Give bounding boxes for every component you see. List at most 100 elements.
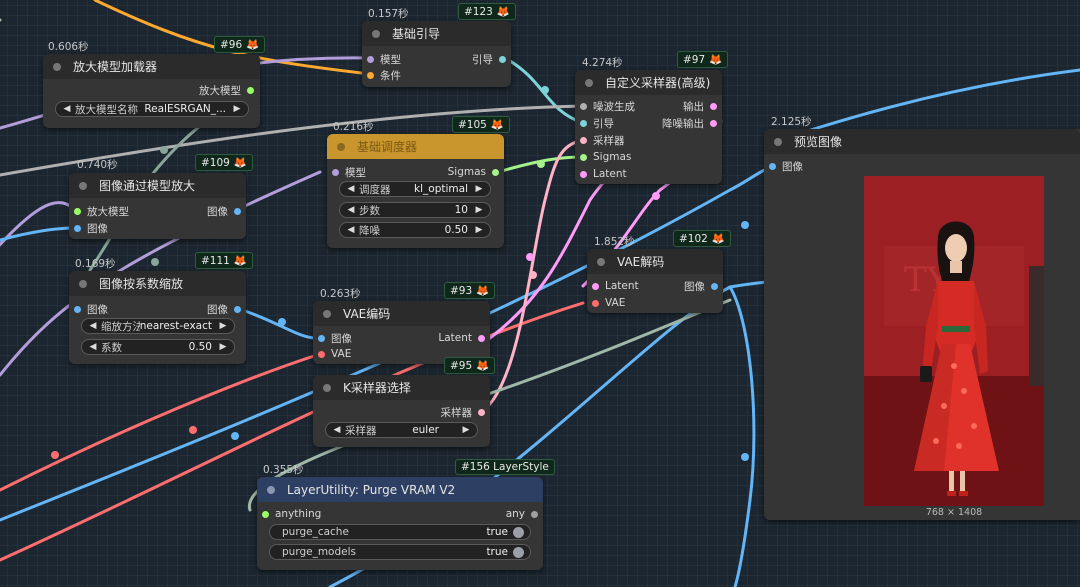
output-slot-image[interactable]: 图像 <box>207 203 241 219</box>
input-slot-latent[interactable]: Latent <box>592 278 639 294</box>
node-header[interactable]: 预览图像 <box>764 129 1080 154</box>
widget-steps[interactable]: ◀ 步数 10 ▶ <box>339 202 491 218</box>
widget-denoise[interactable]: ◀ 降噪 0.50 ▶ <box>339 222 491 238</box>
node-header[interactable]: K采样器选择 <box>313 375 490 400</box>
slot-label: 图像 <box>207 205 228 218</box>
input-slot-image[interactable]: 图像 <box>74 220 108 236</box>
output-slot-guider[interactable]: 引导 <box>472 51 506 67</box>
output-slot-sampler[interactable]: 采样器 <box>440 404 485 420</box>
slot-label: 图像 <box>207 303 228 316</box>
input-slot-sampler[interactable]: 采样器 <box>580 132 625 148</box>
node-title: LayerUtility: Purge VRAM V2 <box>287 482 456 497</box>
widget-scale-by[interactable]: ◀ 系数 0.50 ▶ <box>81 339 235 355</box>
input-slot-image[interactable]: 图像 <box>769 158 803 174</box>
slot-label: 图像 <box>331 332 352 345</box>
arrow-right-icon: ▶ <box>475 205 483 215</box>
output-slot-denoised-output[interactable]: 降噪输出 <box>662 115 717 131</box>
input-slot-anything[interactable]: anything <box>262 506 321 522</box>
node-title: 预览图像 <box>794 135 843 149</box>
widget-upscale-method[interactable]: ◀ 缩放方法 nearest-exact ▶ <box>81 318 235 334</box>
slot-label: Sigmas <box>447 166 486 178</box>
output-slot-upscale-model[interactable]: 放大模型 <box>199 82 254 98</box>
input-slot-image[interactable]: 图像 <box>318 330 352 346</box>
input-slot-sigmas[interactable]: Sigmas <box>580 149 631 165</box>
slot-label: 模型 <box>345 166 366 179</box>
node-header[interactable]: 图像通过模型放大 <box>69 173 246 198</box>
output-slot-any[interactable]: any <box>506 506 538 522</box>
node-id: #123 <box>464 6 493 18</box>
node-header[interactable]: VAE解码 <box>587 249 723 274</box>
input-slot-latent[interactable]: Latent <box>580 166 627 182</box>
slot-dot-icon <box>580 170 587 178</box>
toggle-purge-cache[interactable]: purge_cache true <box>269 524 531 540</box>
node-header[interactable]: 自定义采样器(高级) <box>575 70 722 95</box>
preview-image[interactable]: TY <box>864 176 1044 506</box>
widget-sampler-name[interactable]: ◀ 采样器 euler ▶ <box>325 422 478 438</box>
slot-dot-icon <box>247 86 254 94</box>
wire-model-c <box>0 201 77 247</box>
toggle-purge-models[interactable]: purge_models true <box>269 544 531 560</box>
slot-dot-icon <box>492 168 499 176</box>
widget-label: purge_models <box>282 546 356 558</box>
input-slot-model[interactable]: 模型 <box>367 51 401 67</box>
slot-dot-icon <box>74 224 81 232</box>
node-header[interactable]: 基础调度器 <box>327 134 504 159</box>
arrow-right-icon: ▶ <box>462 425 470 435</box>
slot-label: 输出 <box>683 100 704 113</box>
node-id: #96 <box>220 39 243 51</box>
widget-scheduler[interactable]: ◀ 调度器 kl_optimal ▶ <box>339 181 491 197</box>
output-slot-latent[interactable]: Latent <box>438 330 485 346</box>
input-slot-vae[interactable]: VAE <box>318 346 351 362</box>
execution-time: 0.157秒 <box>368 8 409 20</box>
output-slot-image[interactable]: 图像 <box>207 301 241 317</box>
slot-label: 采样器 <box>593 134 625 147</box>
input-slot-image[interactable]: 图像 <box>74 301 108 317</box>
execution-time: 1.852秒 <box>594 236 635 248</box>
output-slot-image[interactable]: 图像 <box>684 278 718 294</box>
input-slot-upscale-model[interactable]: 放大模型 <box>74 203 129 219</box>
slot-label: VAE <box>331 348 352 360</box>
input-slot-vae[interactable]: VAE <box>592 295 625 311</box>
node-title: 图像按系数缩放 <box>99 277 184 291</box>
node-header[interactable]: 放大模型加载器 <box>43 54 260 79</box>
slot-label: 噪波生成 <box>593 100 635 113</box>
input-slot-model[interactable]: 模型 <box>332 164 366 180</box>
slot-dot-icon <box>580 136 587 144</box>
fox-icon: 🦊 <box>496 6 510 18</box>
node-id: #156 LayerStyle <box>461 461 549 473</box>
node-id: #97 <box>683 54 706 66</box>
execution-time: 0.355秒 <box>263 464 304 476</box>
slot-label: 采样器 <box>440 406 473 419</box>
arrow-right-icon: ▶ <box>475 225 483 235</box>
widget-label: 缩放方法 <box>101 320 140 333</box>
node-id: #105 <box>458 119 487 131</box>
node-title: 自定义采样器(高级) <box>605 76 711 90</box>
collapse-dot-icon <box>323 309 331 318</box>
input-slot-noise[interactable]: 噪波生成 <box>580 98 635 114</box>
node-header[interactable]: VAE编码 <box>313 301 490 326</box>
collapse-dot-icon <box>79 181 87 190</box>
execution-time: 0.169秒 <box>75 258 116 270</box>
output-slot-output[interactable]: 输出 <box>683 98 717 114</box>
input-slot-guider[interactable]: 引导 <box>580 115 614 131</box>
widget-value: kl_optimal <box>414 183 468 195</box>
fox-icon: 🦊 <box>233 157 247 169</box>
execution-time: 0.606秒 <box>48 41 89 53</box>
slot-dot-icon <box>332 168 339 176</box>
output-slot-sigmas[interactable]: Sigmas <box>448 164 499 180</box>
widget-upscale-model-name[interactable]: ◀ 放大模型名称 RealESRGAN_... ▶ <box>55 101 249 117</box>
node-header[interactable]: 基础引导 <box>362 21 511 46</box>
widget-label: 降噪 <box>359 224 380 237</box>
slot-label: VAE <box>605 297 626 309</box>
node-id-badge: #96 🦊 <box>214 36 266 53</box>
input-slot-conditioning[interactable]: 条件 <box>367 67 401 83</box>
widget-value: RealESRGAN_... <box>144 103 226 115</box>
node-id-badge: #123 🦊 <box>458 3 516 20</box>
slot-dot-icon <box>367 55 374 63</box>
slot-dot-icon <box>74 305 81 313</box>
node-header[interactable]: 图像按系数缩放 <box>69 271 246 296</box>
node-title: 放大模型加载器 <box>73 60 158 74</box>
slot-dot-icon <box>478 408 485 416</box>
node-header[interactable]: LayerUtility: Purge VRAM V2 <box>257 477 543 502</box>
arrow-left-icon: ◀ <box>347 205 355 215</box>
